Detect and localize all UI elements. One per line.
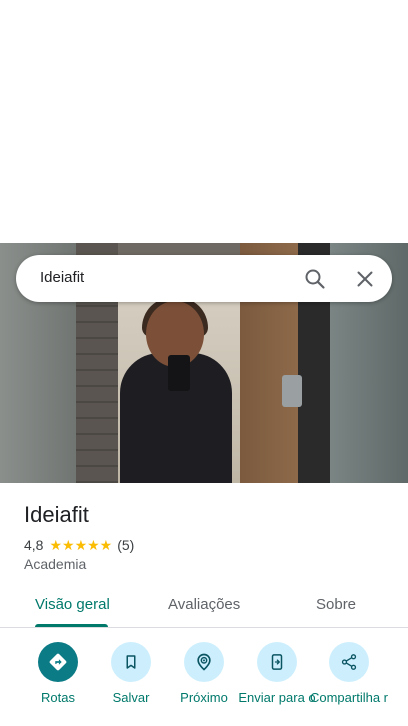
map-area-blank [0,0,408,243]
close-icon[interactable] [353,267,377,291]
place-title: Ideiafit [24,502,89,527]
directions-icon [38,642,78,682]
share-button[interactable]: Compartilha r [309,642,389,706]
tab-overview[interactable]: Visão geral [35,596,110,613]
save-label: Salvar [112,690,150,705]
search-input[interactable]: Ideiafit [40,269,84,286]
nearby-button[interactable]: Próximo [164,642,244,706]
tab-reviews[interactable]: Avaliações [168,596,240,613]
send-to-phone-button[interactable]: Enviar para o [237,642,317,706]
star-rating-icon: ★★★★★ [49,536,113,553]
tabs-divider [0,627,408,628]
send-to-phone-icon [257,642,297,682]
search-bar[interactable]: Ideiafit [16,255,392,302]
directions-label: Rotas [41,690,75,705]
photo-phone [168,355,190,391]
directions-button[interactable]: Rotas [18,642,98,706]
photo-door-handle [282,375,302,407]
share-icon [329,642,369,682]
nearby-icon [184,642,224,682]
place-category: Academia [24,556,87,572]
rating-row[interactable]: 4,8 ★★★★★ (5) [24,536,134,554]
rating-value: 4,8 [24,537,44,553]
nearby-label: Próximo [180,690,228,705]
save-button[interactable]: Salvar [91,642,171,706]
tab-about[interactable]: Sobre [316,596,356,613]
bookmark-icon [111,642,151,682]
search-icon[interactable] [303,267,327,291]
send-to-phone-label: Enviar para o [238,690,316,705]
review-count: (5) [117,537,135,553]
share-label: Compartilha r [309,690,389,705]
